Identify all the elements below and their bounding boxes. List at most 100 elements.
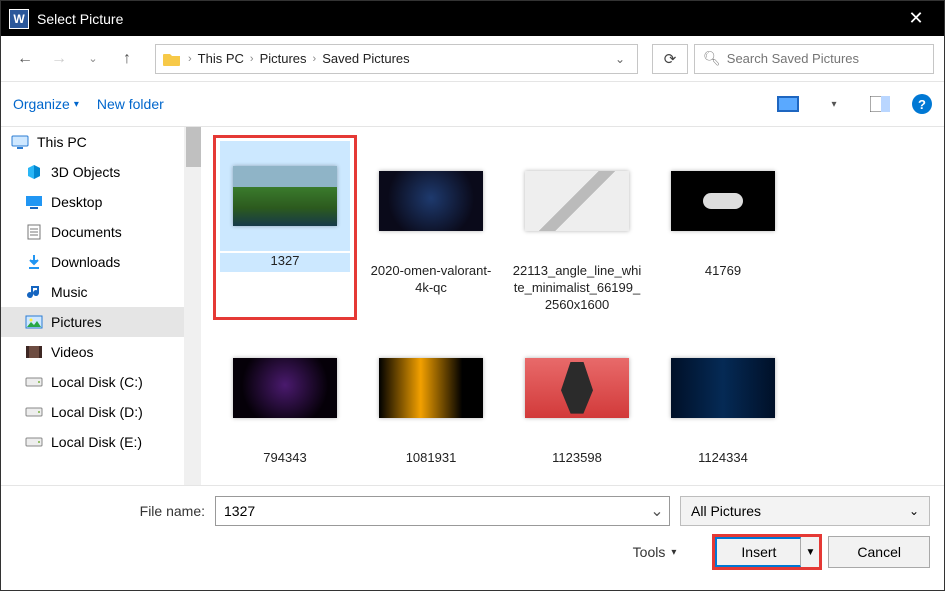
music-icon: [25, 283, 43, 301]
search-icon: 🔍︎: [703, 50, 721, 67]
tree-item[interactable]: Desktop: [1, 187, 201, 217]
insert-dropdown[interactable]: ▼: [801, 537, 819, 567]
organize-menu[interactable]: Organize▾: [13, 96, 79, 112]
search-input[interactable]: [727, 51, 925, 66]
tree-item[interactable]: Documents: [1, 217, 201, 247]
file-thumbnail[interactable]: 1124334: [653, 324, 793, 471]
view-dropdown[interactable]: ▾: [820, 92, 848, 116]
thumbnail-image: [512, 328, 642, 448]
tree-item[interactable]: Pictures: [1, 307, 201, 337]
chevron-down-icon: ⌄: [909, 504, 919, 518]
new-folder-button[interactable]: New folder: [97, 96, 164, 112]
tree-label: Local Disk (D:): [51, 404, 143, 420]
preview-pane-button[interactable]: [866, 92, 894, 116]
scrollbar-thumb[interactable]: [186, 127, 201, 167]
file-type-filter[interactable]: All Pictures ⌄: [680, 496, 930, 526]
tree-item[interactable]: This PC: [1, 127, 201, 157]
nav-tree[interactable]: This PC 3D Objects Desktop Documents Downloa…: [1, 127, 201, 485]
breadcrumb-item[interactable]: This PC: [198, 51, 244, 66]
address-bar[interactable]: › This PC › Pictures › Saved Pictures ⌄: [155, 44, 638, 74]
breadcrumb-item[interactable]: Pictures: [260, 51, 307, 66]
tree-label: Local Disk (E:): [51, 434, 142, 450]
recent-dropdown[interactable]: ⌄: [79, 45, 107, 73]
file-list[interactable]: 1327 2020-omen-valorant-4k-qc 22113_angle_…: [201, 127, 944, 485]
tree-item[interactable]: Local Disk (D:): [1, 397, 201, 427]
dialog-title: Select Picture: [37, 11, 896, 27]
forward-button[interactable]: →: [45, 45, 73, 73]
filename-dropdown[interactable]: ⌄: [645, 501, 669, 521]
file-thumbnail[interactable]: 1135602: [361, 477, 501, 485]
toolbar: Organize▾ New folder ▾ ?: [1, 82, 944, 126]
tree-label: Local Disk (C:): [51, 374, 143, 390]
nav-bar: ← → ⌄ ↑ › This PC › Pictures › Saved Pic…: [1, 36, 944, 82]
thumbnail-label: 2020-omen-valorant-4k-qc: [366, 263, 496, 297]
refresh-button[interactable]: ⟳: [652, 44, 688, 74]
file-thumbnail[interactable]: 1123598: [507, 324, 647, 471]
search-box[interactable]: 🔍︎: [694, 44, 934, 74]
footer: File name: ⌄ All Pictures ⌄ Tools▾ Inser…: [1, 486, 944, 582]
tools-menu[interactable]: Tools▾: [633, 544, 677, 560]
tree-label: This PC: [37, 134, 87, 150]
tree-label: Music: [51, 284, 88, 300]
tree-label: Pictures: [51, 314, 102, 330]
chevron-right-icon: ›: [307, 53, 323, 65]
file-thumbnail[interactable]: 1125041: [215, 477, 355, 485]
thumbnail-image: [658, 141, 788, 261]
thumbnail-label: 1081931: [406, 450, 457, 467]
thumbnail-image: [512, 141, 642, 261]
thumbnail-label: 794343: [263, 450, 306, 467]
thumbnail-label: 22113_angle_line_white_minimalist_66199_…: [512, 263, 642, 314]
tree-item[interactable]: Music: [1, 277, 201, 307]
tree-label: 3D Objects: [51, 164, 120, 180]
thumbnail-image: [220, 481, 350, 485]
thumbnail-image: [366, 328, 496, 448]
thumbnail-label: 1327: [220, 253, 350, 272]
file-thumbnail[interactable]: 1327: [215, 137, 355, 318]
pc-icon: [11, 133, 29, 151]
word-icon: W: [9, 9, 29, 29]
disk-icon: [25, 433, 43, 451]
vid-icon: [25, 343, 43, 361]
breadcrumb-item[interactable]: Saved Pictures: [322, 51, 409, 66]
disk-icon: [25, 403, 43, 421]
dl-icon: [25, 253, 43, 271]
file-thumbnail[interactable]: 1081931: [361, 324, 501, 471]
thumbnail-image: [220, 141, 350, 251]
tree-label: Desktop: [51, 194, 102, 210]
thumbnail-label: 1123598: [552, 450, 602, 467]
filename-input[interactable]: [216, 503, 645, 519]
filename-combo[interactable]: ⌄: [215, 496, 670, 526]
cube-icon: [25, 163, 43, 181]
view-mode-button[interactable]: [774, 92, 802, 116]
thumbnail-image: [366, 141, 496, 261]
thumbnail-image: [220, 328, 350, 448]
file-thumbnail[interactable]: 41769: [653, 137, 793, 318]
tree-label: Downloads: [51, 254, 120, 270]
address-history-dropdown[interactable]: ⌄: [609, 52, 631, 66]
tree-item[interactable]: Downloads: [1, 247, 201, 277]
chevron-right-icon: ›: [182, 53, 198, 65]
chevron-right-icon: ›: [244, 53, 260, 65]
tree-item[interactable]: Local Disk (C:): [1, 367, 201, 397]
close-button[interactable]: ✕: [896, 8, 936, 29]
tree-item[interactable]: Local Disk (E:): [1, 427, 201, 457]
back-button[interactable]: ←: [11, 45, 39, 73]
help-button[interactable]: ?: [912, 94, 932, 114]
filename-label: File name:: [15, 503, 205, 519]
tree-item[interactable]: 3D Objects: [1, 157, 201, 187]
title-bar: W Select Picture ✕: [1, 1, 944, 36]
disk-icon: [25, 373, 43, 391]
tree-scrollbar[interactable]: [184, 127, 201, 485]
tree-label: Videos: [51, 344, 94, 360]
content-area: This PC 3D Objects Desktop Documents Downloa…: [1, 126, 944, 486]
file-thumbnail[interactable]: 794343: [215, 324, 355, 471]
file-thumbnail[interactable]: 2020-omen-valorant-4k-qc: [361, 137, 501, 318]
folder-icon: [162, 49, 182, 69]
cancel-button[interactable]: Cancel: [828, 536, 930, 568]
up-button[interactable]: ↑: [113, 45, 141, 73]
insert-split-button[interactable]: Insert ▼: [714, 536, 820, 568]
filter-label: All Pictures: [691, 503, 761, 519]
tree-item[interactable]: Videos: [1, 337, 201, 367]
file-thumbnail[interactable]: 22113_angle_line_white_minimalist_66199_…: [507, 137, 647, 318]
insert-button[interactable]: Insert: [715, 537, 801, 567]
